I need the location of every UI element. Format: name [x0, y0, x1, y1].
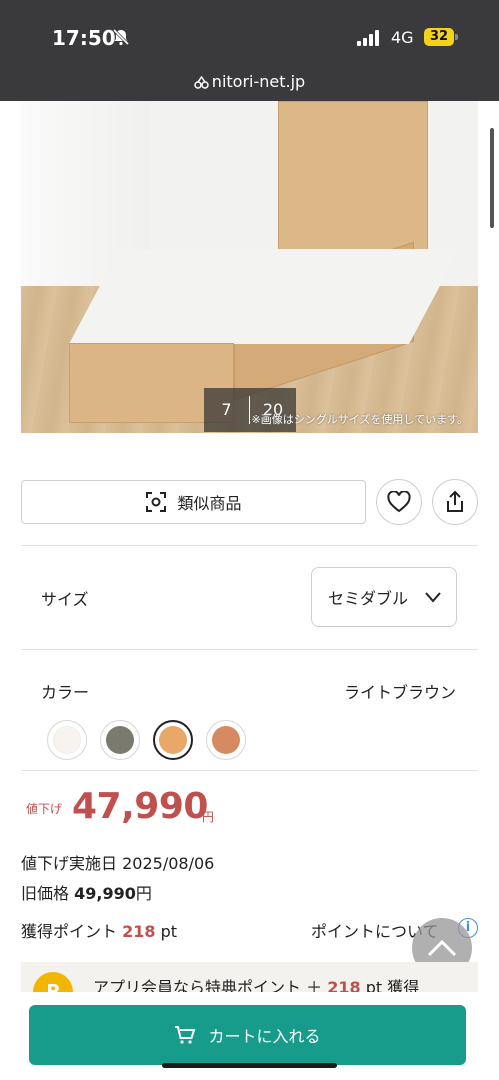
- divider: [21, 770, 478, 771]
- battery-indicator: 32: [424, 28, 454, 46]
- reduced-date-label: 値下げ実施日: [21, 854, 118, 873]
- points-value: 218: [122, 922, 156, 941]
- app-banner-points: 218: [327, 978, 361, 992]
- similar-products-label: 類似商品: [177, 494, 242, 513]
- status-bar: 17:50 4G 32 nitori-net.jp: [0, 0, 499, 101]
- scrollbar[interactable]: [490, 128, 494, 228]
- favorite-button[interactable]: [376, 479, 422, 525]
- gallery-current: 7: [221, 400, 232, 419]
- color-label: カラー: [41, 683, 90, 702]
- add-to-cart-label: カートに入れる: [208, 1027, 321, 1046]
- similar-products-button[interactable]: 類似商品: [21, 480, 366, 524]
- size-select[interactable]: セミダブル: [311, 567, 457, 627]
- battery-tip: [455, 34, 458, 40]
- old-price-value: 49,990: [74, 884, 136, 903]
- color-selected-name: ライトブラウン: [343, 683, 456, 702]
- old-price-unit: 円: [135, 884, 152, 903]
- share-button[interactable]: [432, 479, 478, 525]
- app-banner-text-after: pt 獲得: [365, 978, 420, 992]
- share-icon: [447, 490, 463, 512]
- app-banner-text: アプリ会員なら特典ポイント ＋ 218 pt 獲得: [93, 974, 419, 992]
- chevron-down-icon: [425, 592, 441, 603]
- color-swatch-dot: [212, 726, 240, 754]
- color-swatch-dot: [159, 726, 187, 754]
- price-unit: 円: [202, 810, 215, 824]
- site-settings-icon: [194, 75, 209, 89]
- app-banner-text-before: アプリ会員なら特典ポイント ＋: [93, 978, 323, 992]
- color-swatch[interactable]: [153, 720, 193, 760]
- add-to-cart-button[interactable]: カートに入れる: [29, 1005, 466, 1065]
- cart-icon: [175, 1026, 196, 1044]
- color-swatch[interactable]: [47, 720, 87, 760]
- points-label: 獲得ポイント: [21, 922, 118, 941]
- points-coin-icon: P: [33, 972, 73, 992]
- color-swatch-dot: [106, 726, 134, 754]
- image-bed-top: [69, 249, 460, 344]
- reduced-date-value: 2025/08/06: [122, 854, 215, 873]
- color-swatch-dot: [53, 726, 81, 754]
- product-image-gallery[interactable]: 7 20 ※画像はシングルサイズを使用しています。: [21, 101, 478, 433]
- old-price-line: 旧価格 49,990円: [21, 880, 152, 904]
- network-type: 4G: [391, 28, 414, 47]
- points-line: 獲得ポイント 218 pt: [21, 918, 177, 942]
- bell-off-icon: [112, 28, 130, 46]
- reduced-date-line: 値下げ実施日 2025/08/06: [21, 850, 214, 874]
- color-swatch[interactable]: [100, 720, 140, 760]
- old-price-label: 旧価格: [21, 884, 70, 903]
- heart-icon: [387, 491, 411, 513]
- divider: [21, 649, 478, 650]
- color-swatch[interactable]: [206, 720, 246, 760]
- size-selected-value: セミダブル: [328, 589, 409, 608]
- size-label: サイズ: [41, 590, 89, 609]
- points-unit: pt: [160, 922, 178, 941]
- price-amount: 47,990: [72, 786, 208, 827]
- divider: [21, 545, 478, 546]
- image-caption: ※画像はシングルサイズを使用しています。: [251, 413, 468, 426]
- chevron-up-icon: [427, 939, 457, 957]
- app-points-banner[interactable]: P アプリ会員なら特典ポイント ＋ 218 pt 獲得: [21, 962, 478, 992]
- home-indicator[interactable]: [162, 1063, 337, 1068]
- signal-icon: [357, 30, 383, 46]
- address-bar[interactable]: nitori-net.jp: [0, 72, 499, 91]
- scan-icon: [146, 492, 167, 512]
- status-time: 17:50: [52, 26, 116, 50]
- price-down-badge: 値下げ: [26, 802, 63, 816]
- url-text: nitori-net.jp: [211, 72, 306, 91]
